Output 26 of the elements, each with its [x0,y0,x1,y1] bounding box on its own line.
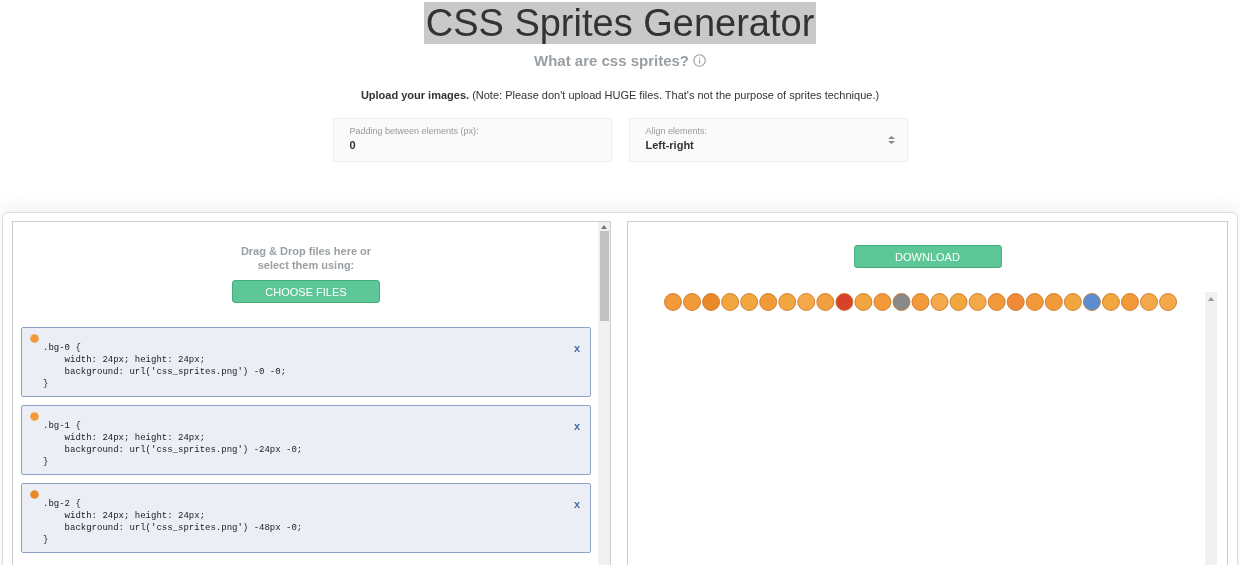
sprite-icon [30,412,39,421]
scroll-up-icon[interactable] [601,225,607,229]
sprite-icon [30,490,39,499]
page-title: CSS Sprites Generator [423,2,817,44]
css-code: .bg-2 { width: 24px; height: 24px; background: url('css_sprites.png') -48px -0; } [43,498,304,546]
info-icon[interactable] [693,54,707,67]
scrollbar[interactable] [598,222,610,565]
css-code: .bg-0 { width: 24px; height: 24px; background: url('css_sprites.png') -0 -0; } [43,342,288,390]
scrollbar[interactable] [1205,292,1217,565]
remove-button[interactable]: x [573,420,580,432]
field-label: Padding between elements (px): [349,126,480,136]
scroll-up-icon[interactable] [1208,297,1214,301]
sprite-icon [30,334,39,343]
select-arrows-icon [887,136,895,144]
upload-note: Upload your images. (Note: Please don't upload HUGE files. That's not the purpose of sprites technique.) [360,89,880,101]
align-select[interactable]: Align elements: Left-right [628,118,908,162]
padding-input[interactable]: Padding between elements (px): 0 [332,118,612,162]
subtitle-link[interactable]: What are css sprites? [533,52,690,69]
css-code: .bg-1 { width: 24px; height: 24px; background: url('css_sprites.png') -24px -0; } [43,420,304,468]
field-value: 0 [349,139,357,151]
dropzone-text: Drag & Drop files here or select them using: [240,244,372,272]
field-value: Left-right [645,139,695,151]
remove-button[interactable]: x [573,498,580,510]
remove-button[interactable]: x [573,342,580,354]
field-label: Align elements: [645,126,709,136]
scroll-thumb[interactable] [599,231,609,321]
